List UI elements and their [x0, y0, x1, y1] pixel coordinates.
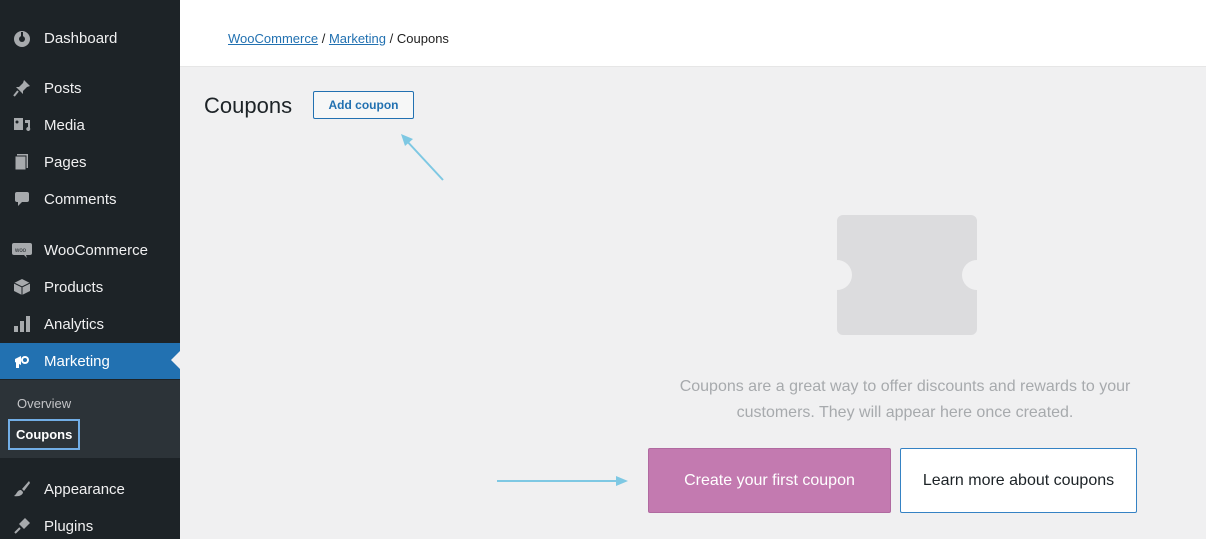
- sidebar-item-label: Comments: [44, 190, 117, 208]
- admin-sidebar: Dashboard Posts Media Pages Comments woo…: [0, 0, 180, 539]
- sidebar-item-label: WooCommerce: [44, 241, 148, 259]
- breadcrumb-separator: /: [321, 31, 326, 46]
- sidebar-item-products[interactable]: Products: [0, 269, 180, 305]
- pin-icon: [12, 78, 32, 98]
- pages-icon: [12, 152, 32, 172]
- submenu-item-coupons[interactable]: Coupons: [8, 419, 81, 450]
- breadcrumb-separator: /: [389, 31, 394, 46]
- sidebar-item-label: Plugins: [44, 517, 94, 535]
- create-first-coupon-button[interactable]: Create your first coupon: [648, 448, 891, 513]
- add-coupon-button[interactable]: Add coupon: [313, 91, 414, 119]
- breadcrumb-link-woocommerce[interactable]: WooCommerce: [228, 31, 318, 46]
- comment-icon: [12, 189, 32, 209]
- plug-icon: [12, 516, 32, 536]
- empty-state-line: Coupons are a great way to offer discoun…: [679, 378, 1131, 395]
- sidebar-item-woocommerce[interactable]: woo WooCommerce: [0, 232, 180, 268]
- sidebar-item-label: Analytics: [44, 315, 105, 333]
- svg-text:woo: woo: [14, 248, 27, 254]
- sidebar-item-analytics[interactable]: Analytics: [0, 306, 180, 342]
- top-header-bar: WooCommerce / Marketing / Coupons: [180, 0, 1206, 67]
- sidebar-separator: [0, 64, 180, 68]
- sidebar-item-marketing[interactable]: Marketing: [0, 343, 180, 379]
- sidebar-item-media[interactable]: Media: [0, 107, 180, 143]
- sidebar-item-label: Media: [44, 116, 85, 134]
- brush-icon: [12, 479, 32, 499]
- empty-state-line: customers. They will appear here once cr…: [736, 404, 1074, 421]
- sidebar-item-posts[interactable]: Posts: [0, 70, 180, 106]
- media-icon: [12, 115, 32, 135]
- breadcrumb-link-marketing[interactable]: Marketing: [329, 31, 386, 46]
- sidebar-item-pages[interactable]: Pages: [0, 144, 180, 180]
- learn-more-coupons-button[interactable]: Learn more about coupons: [900, 448, 1137, 513]
- sidebar-item-dashboard[interactable]: Dashboard: [0, 20, 180, 56]
- woo-icon: woo: [12, 240, 32, 260]
- breadcrumb-current: Coupons: [396, 31, 449, 46]
- page-title: Coupons: [204, 93, 293, 118]
- sidebar-separator: [0, 224, 180, 228]
- marketing-submenu: Overview Coupons: [0, 380, 180, 458]
- coupon-ticket-icon: [837, 215, 977, 335]
- sidebar-item-label: Posts: [44, 79, 82, 97]
- sidebar-item-appearance[interactable]: Appearance: [0, 471, 180, 507]
- empty-state-message: Coupons are a great way to offer discoun…: [640, 374, 1170, 426]
- sidebar-item-comments[interactable]: Comments: [0, 181, 180, 217]
- sidebar-item-label: Marketing: [44, 352, 110, 370]
- dashboard-icon: [12, 28, 32, 48]
- submenu-item-overview[interactable]: Overview: [17, 396, 71, 411]
- sidebar-item-label: Appearance: [44, 480, 125, 498]
- box-icon: [12, 277, 32, 297]
- sidebar-item-label: Dashboard: [44, 29, 118, 47]
- megaphone-icon: [12, 351, 32, 371]
- bar-chart-icon: [12, 314, 32, 334]
- breadcrumb: WooCommerce / Marketing / Coupons: [228, 31, 449, 46]
- sidebar-item-label: Products: [44, 278, 104, 296]
- sidebar-item-label: Pages: [44, 153, 87, 171]
